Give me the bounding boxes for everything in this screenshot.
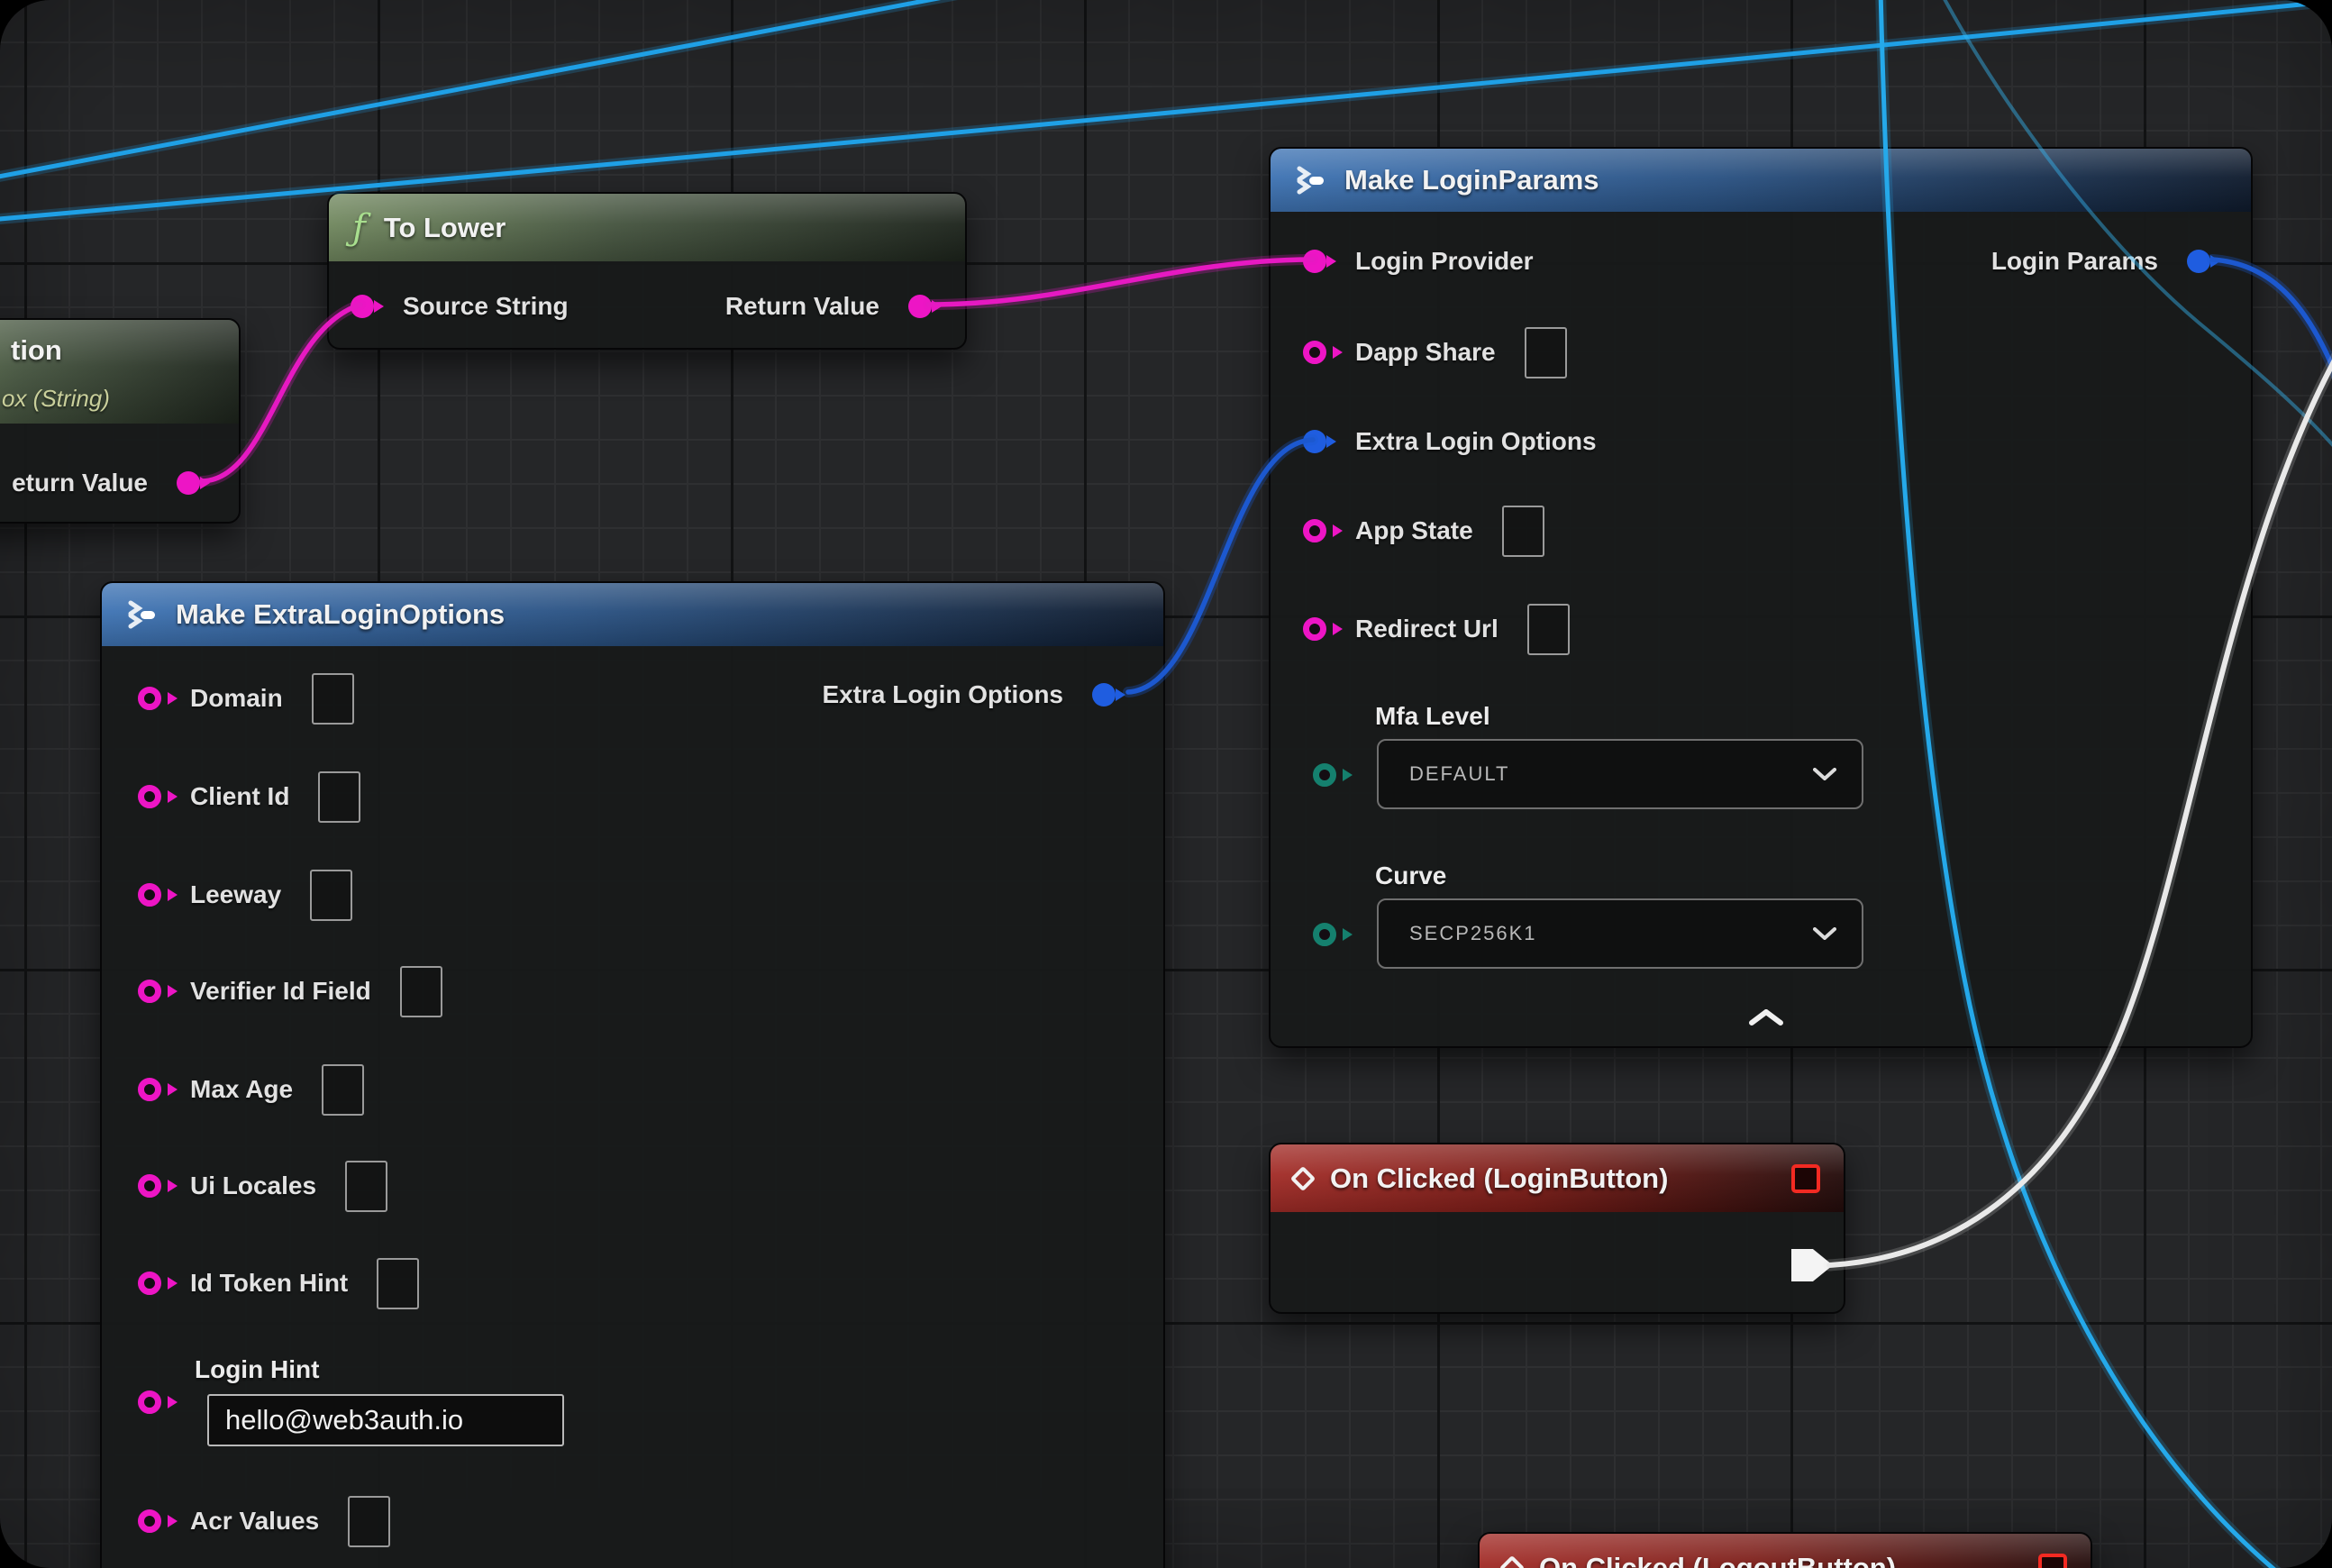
blueprint-graph-canvas[interactable]: tion ox (String) eturn Value ƒ To Lower …: [0, 0, 2332, 1568]
node-get-text-partial[interactable]: tion ox (String) eturn Value: [0, 318, 241, 524]
node-on-clicked-login-button[interactable]: On Clicked (LoginButton): [1269, 1143, 1845, 1314]
redirect-url-pin[interactable]: [1303, 617, 1326, 641]
verifier-id-field-input[interactable]: [400, 966, 442, 1017]
pin-label-leeway: Leeway: [190, 880, 281, 909]
ui-locales-pin[interactable]: [138, 1174, 161, 1198]
chevron-down-icon: [1813, 927, 1836, 940]
login-hint-pin[interactable]: [138, 1390, 161, 1414]
pin-label-return-value: eturn Value: [12, 469, 148, 497]
pin-label-dapp-share: Dapp Share: [1355, 338, 1496, 367]
id-token-hint-input[interactable]: [377, 1258, 419, 1309]
leeway-input[interactable]: [310, 870, 352, 921]
node-header[interactable]: ƒ To Lower: [329, 194, 965, 261]
max-age-pin[interactable]: [138, 1078, 161, 1101]
pin-label-app-state: App State: [1355, 516, 1473, 545]
source-string-pin[interactable]: [351, 295, 374, 318]
pin-label-redirect-url: Redirect Url: [1355, 615, 1498, 643]
curve-value: SECP256K1: [1409, 922, 1537, 945]
chevron-down-icon: [1813, 768, 1836, 780]
domain-pin[interactable]: [138, 687, 161, 710]
wire-cyan-diagonal-1[interactable]: [0, 0, 986, 178]
node-title: Make ExtraLoginOptions: [176, 598, 505, 631]
bound-event-icon: [1791, 1164, 1820, 1193]
mfa-level-value: DEFAULT: [1409, 762, 1509, 786]
wire-cyan-diagonal-glow: [0, 0, 986, 178]
node-to-lower[interactable]: ƒ To Lower Source String Return Value: [327, 192, 967, 350]
pin-label-client-id: Client Id: [190, 782, 289, 811]
dapp-share-pin[interactable]: [1303, 341, 1326, 364]
pin-label-max-age: Max Age: [190, 1075, 293, 1104]
pin-label-mfa-level: Mfa Level: [1375, 702, 1490, 731]
acr-values-input[interactable]: [348, 1496, 390, 1547]
wire-return-to-login-provider[interactable]: [928, 260, 1313, 305]
pin-label-ui-locales: Ui Locales: [190, 1171, 316, 1200]
node-subtitle-fragment: ox (String): [2, 385, 110, 413]
node-title: On Clicked (LoginButton): [1330, 1162, 1668, 1195]
curve-dropdown[interactable]: SECP256K1: [1377, 898, 1863, 969]
pin-label-verifier-id-field: Verifier Id Field: [190, 977, 371, 1006]
return-value-pin[interactable]: [908, 295, 932, 318]
curve-pin[interactable]: [1313, 923, 1336, 946]
dapp-share-input[interactable]: [1525, 327, 1567, 378]
domain-input[interactable]: [312, 673, 354, 725]
pin-label-extra-login-options: Extra Login Options: [1355, 427, 1597, 456]
pin-label-source-string: Source String: [403, 292, 569, 321]
node-title: On Clicked (LogoutButton): [1539, 1552, 1896, 1568]
pin-label-domain: Domain: [190, 684, 283, 713]
node-header[interactable]: On Clicked (LoginButton): [1271, 1144, 1844, 1212]
exec-output-pin[interactable]: [1791, 1249, 1833, 1281]
node-title-fragment: tion: [11, 334, 62, 367]
login-hint-value: hello@web3auth.io: [225, 1404, 463, 1436]
make-struct-icon: [125, 600, 158, 629]
client-id-input[interactable]: [318, 771, 360, 823]
function-icon: ƒ: [352, 210, 366, 246]
node-on-clicked-logout-button[interactable]: On Clicked (LogoutButton): [1478, 1532, 2092, 1568]
node-make-login-params[interactable]: Make LoginParams Login Provider Dapp Sha…: [1269, 147, 2253, 1048]
mfa-level-dropdown[interactable]: DEFAULT: [1377, 739, 1863, 809]
make-struct-icon: [1294, 166, 1326, 195]
app-state-pin[interactable]: [1303, 519, 1326, 542]
ui-locales-input[interactable]: [345, 1161, 387, 1212]
node-header[interactable]: tion ox (String): [0, 320, 239, 424]
client-id-pin[interactable]: [138, 785, 161, 808]
node-header[interactable]: Make ExtraLoginOptions: [102, 583, 1163, 646]
leeway-pin[interactable]: [138, 883, 161, 907]
extra-login-options-input-pin[interactable]: [1303, 430, 1326, 453]
pin-label-login-hint: Login Hint: [195, 1355, 319, 1384]
node-header[interactable]: Make LoginParams: [1271, 149, 2251, 212]
redirect-url-input[interactable]: [1527, 604, 1570, 655]
id-token-hint-pin[interactable]: [138, 1272, 161, 1295]
pin-label-curve: Curve: [1375, 861, 1446, 890]
extra-login-options-output-pin[interactable]: [1092, 683, 1116, 707]
login-hint-input[interactable]: hello@web3auth.io: [207, 1394, 564, 1446]
max-age-input[interactable]: [322, 1064, 364, 1116]
node-title: Make LoginParams: [1344, 164, 1599, 196]
event-icon: [1499, 1554, 1525, 1568]
login-params-output-pin[interactable]: [2187, 250, 2210, 273]
verifier-id-field-pin[interactable]: [138, 980, 161, 1003]
node-title: To Lower: [384, 212, 506, 244]
string-output-pin[interactable]: [177, 471, 200, 495]
pin-label-login-params: Login Params: [1991, 247, 2158, 276]
pin-label-return-value: Return Value: [725, 292, 879, 321]
collapse-node-icon[interactable]: [1748, 1009, 1784, 1026]
login-provider-pin[interactable]: [1303, 250, 1326, 273]
app-state-input[interactable]: [1502, 506, 1544, 557]
node-header[interactable]: On Clicked (LogoutButton): [1480, 1534, 2091, 1568]
pin-label-login-provider: Login Provider: [1355, 247, 1534, 276]
pin-label-extra-login-options-out: Extra Login Options: [822, 680, 1063, 709]
bound-event-icon: [2038, 1554, 2067, 1568]
mfa-level-pin[interactable]: [1313, 763, 1336, 787]
acr-values-pin[interactable]: [138, 1509, 161, 1533]
pin-label-acr-values: Acr Values: [190, 1507, 319, 1536]
wire-magenta-2-glow: [928, 260, 1313, 305]
pin-label-id-token-hint: Id Token Hint: [190, 1269, 348, 1298]
node-make-extra-login-options[interactable]: Make ExtraLoginOptions Domain Client Id …: [100, 581, 1165, 1568]
event-icon: [1290, 1165, 1316, 1190]
